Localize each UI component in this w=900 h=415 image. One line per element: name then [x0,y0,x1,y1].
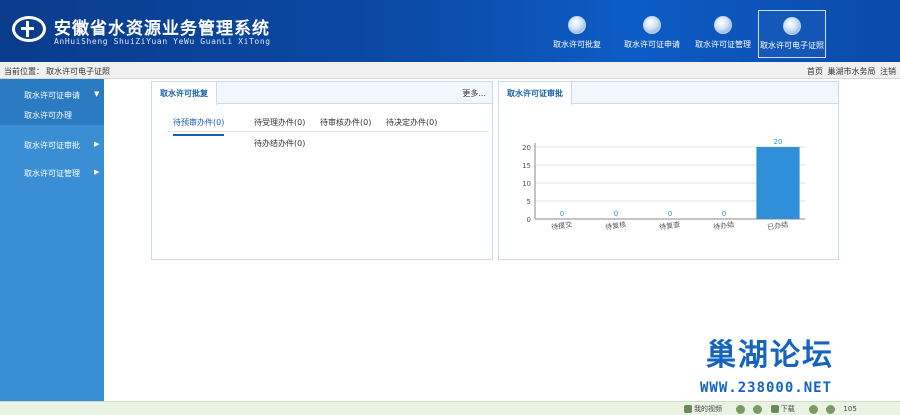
subtab-accept[interactable]: 待受理办件(0) [254,117,305,128]
data-label: 0 [668,210,672,218]
y-tick-label: 15 [522,162,531,170]
home-link[interactable]: 首页 [807,67,823,76]
watermark-title: 巢湖论坛 [706,338,834,373]
sidebar-item-label: 取水许可证审批 [24,141,80,150]
subtab-review[interactable]: 待审核办件(0) [320,117,371,128]
nav-label: 取水许可证申请 [624,40,680,49]
more-link[interactable]: 更多... [462,88,486,99]
y-tick-label: 10 [522,180,531,188]
e-license-icon [783,17,801,35]
license-approval-panel: 取水许可证审批 0 5 10 15 20 0 待提交 0 待复核 0 待复查 0 待办结 20 已办结 [498,81,839,260]
caret-right-icon: ▶ [94,140,100,148]
breadcrumb-label: 当前位置： [4,67,44,76]
approval-panel: 取水许可批复 更多... 待预审办件(0) 待受理办件(0) 待审核办件(0) … [151,81,493,260]
data-label: 0 [722,210,726,218]
tab-license-approval[interactable]: 取水许可证审批 [499,82,572,105]
sidebar: 取水许可证申请 ▼ 取水许可办理 取水许可证审批 ▶ 取水许可证管理 ▶ [0,79,104,401]
sidebar-item-license-manage[interactable]: 取水许可证管理 ▶ [0,157,104,185]
data-label: 0 [614,210,618,218]
watermark-logo: 巢湖论坛 WWW.238000.NET [700,330,900,400]
sidebar-item-license-apply[interactable]: 取水许可证申请 ▼ 取水许可办理 [0,79,104,125]
volume-icon[interactable] [826,404,836,414]
browser-statusbar: 我的视频 下载 105 [0,401,900,415]
data-label: 20 [774,138,783,146]
x-tick-label: 待复核 [605,220,627,232]
download-item[interactable]: 下载 [770,405,801,413]
download-icon [770,405,779,413]
logout-link[interactable]: 注销 [880,67,896,76]
panel-header: 取水许可批复 更多... [152,82,492,105]
y-tick-label: 20 [522,144,531,152]
nav-water-approval[interactable]: 取水许可批复 [544,10,610,58]
status-items: 我的视频 下载 105 [684,404,863,414]
x-tick-label: 已办结 [767,220,789,232]
tab-water-approval[interactable]: 取水许可批复 [152,82,217,105]
subtab-pre-review[interactable]: 待预审办件(0) [173,117,225,136]
subtab-decide[interactable]: 待决定办件(0) [386,117,437,128]
top-links: 首页 巢湖市水务局 注销 [805,66,896,77]
water-approval-icon [568,16,586,34]
subtabs: 待预审办件(0) 待受理办件(0) 待审核办件(0) 待决定办件(0) [167,112,489,136]
status-bar-chart: 0 5 10 15 20 0 待提交 0 待复核 0 待复查 0 待办结 20 已办结 [522,138,805,232]
nav-label: 取水许可批复 [553,40,601,49]
caret-right-icon: ▶ [94,168,100,176]
nav-label: 取水许可证管理 [695,40,751,49]
x-tick-label: 待办结 [713,220,735,232]
zoom-level[interactable]: 105 [843,405,856,413]
app-header: 安徽省水资源业务管理系统 AnHuiSheng ShuiZiYuan YeWu … [0,0,900,62]
breadcrumb-current: 取水许可电子证照 [46,67,110,76]
logo-icon [12,16,46,42]
license-manage-icon [714,16,732,34]
app-title: 安徽省水资源业务管理系统 [54,19,270,39]
y-tick-label: 0 [527,216,531,224]
bar [756,147,800,219]
video-icon [684,405,692,413]
subtab-complete[interactable]: 待办结办件(0) [254,138,305,149]
share-icon[interactable] [753,404,763,414]
app-subtitle: AnHuiSheng ShuiZiYuan YeWu GuanLi XiTong [54,37,271,46]
caret-down-icon: ▼ [94,90,100,98]
download-label: 下载 [780,405,795,413]
sidebar-item-license-approve[interactable]: 取水许可证审批 ▶ [0,129,104,157]
data-label: 0 [560,210,564,218]
settings-icon[interactable] [736,404,746,414]
sidebar-item-label: 取水许可证管理 [24,169,80,178]
org-name: 巢湖市水务局 [827,67,876,76]
ad-block-icon[interactable] [808,404,818,414]
video-label: 我的视频 [694,405,722,413]
y-tick-label: 5 [527,198,531,206]
panel-header: 取水许可证审批 [499,82,838,105]
video-item[interactable]: 我的视频 [684,405,728,413]
sidebar-item-label: 取水许可证申请 [24,91,80,100]
nav-label: 取水许可电子证照 [760,41,824,50]
x-tick-label: 待提交 [551,220,573,232]
nav-license-apply[interactable]: 取水许可证申请 [616,10,688,58]
nav-e-license[interactable]: 取水许可电子证照 [758,10,826,58]
x-tick-label: 待复查 [659,220,681,232]
sidebar-subitem-license-handle[interactable]: 取水许可办理 [24,110,72,121]
breadcrumb: 当前位置： 取水许可电子证照 首页 巢湖市水务局 注销 [0,62,900,79]
nav-license-manage[interactable]: 取水许可证管理 [688,10,758,58]
license-apply-icon [643,16,661,34]
watermark-url: WWW.238000.NET [700,380,833,396]
